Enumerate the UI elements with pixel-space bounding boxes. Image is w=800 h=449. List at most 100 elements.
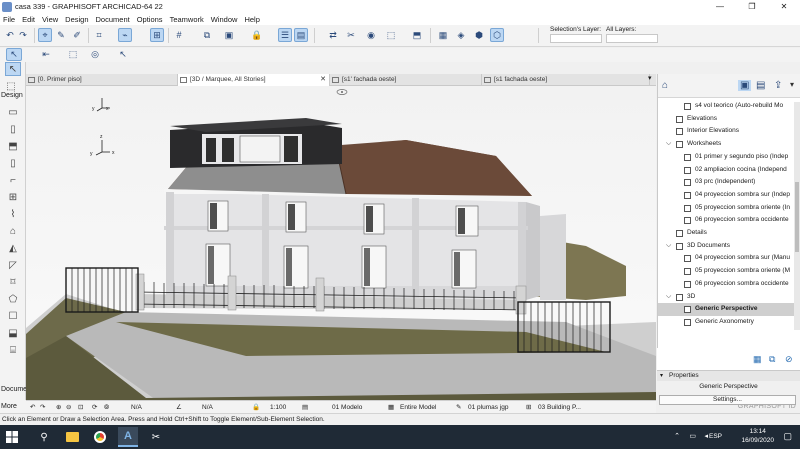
3d-view-icon[interactable]: ⬢ (472, 28, 486, 42)
maximize-button[interactable]: ❐ (736, 0, 768, 13)
marquee-tool[interactable]: ⬚ (3, 79, 19, 93)
zoom-out-icon[interactable]: ⊖ (66, 402, 71, 413)
app-icon[interactable]: ✂ (146, 427, 166, 447)
door-tool-icon[interactable]: ⌐ (5, 173, 21, 187)
explore-icon[interactable]: ⦾ (104, 402, 109, 413)
navigator-item[interactable]: 04 proyeccion sombra sur (Indep (658, 189, 800, 202)
clone-view-icon[interactable]: ⧉ (769, 354, 775, 365)
people-icon[interactable]: ⌃ (674, 432, 680, 440)
tab-primer-piso[interactable]: [0. Primer piso] (26, 74, 178, 86)
beam-tool-icon[interactable]: ⬒ (5, 139, 21, 153)
close-button[interactable]: ✕ (768, 0, 800, 13)
tab-s1-fachada-oeste[interactable]: [s1 fachada oeste] (482, 74, 650, 86)
grid-snap-icon[interactable]: # (172, 28, 186, 42)
toolbox-more-label[interactable]: More (1, 403, 17, 410)
suspend-groups-icon[interactable]: ⧉ (200, 28, 214, 42)
zoom-in-icon[interactable]: ⊕ (56, 402, 61, 413)
navigator-item[interactable]: s4 vol teorico (Auto-rebuild Mo (658, 100, 800, 113)
search-icon[interactable]: ⚲ (34, 427, 54, 447)
floor-plan-icon[interactable]: ▦ (436, 28, 450, 42)
navigator-menu-icon[interactable]: ▾ (790, 80, 794, 89)
pointer-snap-icon[interactable]: ⌖ (38, 28, 52, 42)
roof-tool-icon[interactable]: ⌂ (5, 224, 21, 238)
menu-document[interactable]: Document (96, 15, 130, 24)
menu-file[interactable]: File (3, 15, 15, 24)
tab-s1-prime-fachada-oeste[interactable]: [s1' fachada oeste] (330, 74, 482, 86)
layers-icon[interactable]: ☰ (278, 28, 292, 42)
tab-menu-icon[interactable]: ▾ (648, 74, 652, 82)
menu-options[interactable]: Options (137, 15, 163, 24)
snap-guide-icon[interactable]: ⊞ (150, 28, 164, 42)
orbit-icon[interactable]: ⟳ (92, 402, 97, 413)
wall-tool-icon[interactable]: ▭ (5, 105, 21, 119)
navigator-item[interactable]: Details (658, 227, 800, 240)
close-tab-icon[interactable]: ✕ (320, 74, 326, 86)
navigator-item[interactable]: ⌵ 3D (658, 291, 800, 304)
minimize-button[interactable]: — (704, 0, 736, 13)
stair-tool-icon[interactable]: ⌇ (5, 207, 21, 221)
menu-help[interactable]: Help (244, 15, 259, 24)
navigator-item[interactable]: Generic Perspective (658, 303, 800, 316)
selection-layer-field[interactable] (550, 34, 602, 43)
navigator-item[interactable]: 03 prc (Independent) (658, 176, 800, 189)
geometry-method-icon[interactable]: ⇤ (36, 48, 56, 61)
mesh-tool-icon[interactable]: ⌸ (5, 343, 21, 357)
undo-icon[interactable]: ↶ (3, 28, 17, 42)
navigator-item[interactable]: 06 proyeccion sombra occidente (658, 214, 800, 227)
morph-tool-icon[interactable]: ⬠ (5, 292, 21, 306)
section-view-icon[interactable]: ⬒ (410, 28, 424, 42)
lock-icon[interactable]: 🔒 (250, 28, 264, 42)
navigator-item[interactable]: ⌵ Worksheets (658, 138, 800, 151)
notifications-icon[interactable]: ▢ (783, 431, 792, 442)
expand-chevron-icon[interactable]: ⌵ (666, 138, 671, 151)
navigator-item[interactable]: 06 proyeccion sombra occidente (658, 278, 800, 291)
start-icon[interactable] (2, 427, 22, 447)
column-tool-icon[interactable]: ▯ (5, 122, 21, 136)
menu-teamwork[interactable]: Teamwork (170, 15, 204, 24)
model-view-field[interactable]: 01 Modelo (332, 402, 362, 413)
delete-view-icon[interactable]: ⊘ (785, 354, 793, 365)
zone-tool-icon[interactable]: ⬓ (5, 326, 21, 340)
navigator-item[interactable]: ⌵ 3D Documents (658, 240, 800, 253)
na-field-1[interactable]: N/A (131, 402, 142, 413)
volume-icon[interactable]: ◂ (704, 432, 708, 440)
navigator-scrollbar[interactable] (794, 102, 800, 330)
menu-view[interactable]: View (42, 15, 58, 24)
navigator-item[interactable]: 01 primer y segundo piso (Indep (658, 151, 800, 164)
expand-chevron-icon[interactable]: ⌵ (666, 291, 671, 304)
toolbox-document-label[interactable]: Docume (1, 386, 27, 393)
3d-viewport[interactable]: xy zxy (26, 86, 656, 400)
project-map-icon[interactable]: ⌂ (662, 80, 668, 91)
menu-edit[interactable]: Edit (22, 15, 35, 24)
fit-in-window-icon[interactable]: ⊡ (78, 402, 83, 413)
properties-header[interactable]: ▾ Properties (657, 371, 800, 381)
pointer-icon[interactable]: ↖ (116, 48, 130, 61)
redo-zoom-icon[interactable]: ↷ (40, 402, 45, 413)
layout-book-icon[interactable]: ▤ (756, 80, 765, 91)
file-explorer-icon[interactable] (62, 427, 82, 447)
arrow-tool[interactable]: ↖ (5, 62, 21, 76)
navigator-item[interactable]: 05 proyeccion sombra oriente (In (658, 202, 800, 215)
expand-chevron-icon[interactable]: ⌵ (666, 240, 671, 253)
navigator-item[interactable]: 02 ampliacion cocina (Independ (658, 164, 800, 177)
group-icon[interactable]: ▣ (222, 28, 236, 42)
all-layers-control[interactable]: All Layers: (606, 26, 658, 43)
tab-3d-marquee[interactable]: [3D / Marquee, All Stories] ✕ (178, 74, 330, 86)
new-viewpoint-icon[interactable]: ▦ (753, 354, 762, 365)
window-tool-icon[interactable]: ⊞ (5, 190, 21, 204)
lock-scale-icon[interactable]: 🔒 (252, 402, 260, 413)
network-icon[interactable]: ▭ (689, 432, 696, 440)
trace-icon[interactable]: ⇄ (326, 28, 340, 42)
chrome-icon[interactable] (90, 427, 110, 447)
pen-set-icon[interactable]: ▤ (294, 28, 308, 42)
eyedropper-icon[interactable]: ✎ (54, 28, 68, 42)
syringe-icon[interactable]: ✐ (70, 28, 84, 42)
arrow-tool-icon[interactable]: ↖ (6, 48, 22, 61)
guide-line-icon[interactable]: ⌁ (118, 28, 132, 42)
3d-orbit-icon[interactable]: ⬡ (490, 28, 504, 42)
selection-method-icon[interactable]: ⬚ (64, 48, 82, 61)
navigator-item[interactable]: 04 proyeccion sombra sur (Manu (658, 252, 800, 265)
pen-set-field[interactable]: 01 plumas jgp (468, 402, 508, 413)
eye-icon[interactable]: ◉ (364, 28, 378, 42)
shell-tool-icon[interactable]: ◭ (5, 241, 21, 255)
